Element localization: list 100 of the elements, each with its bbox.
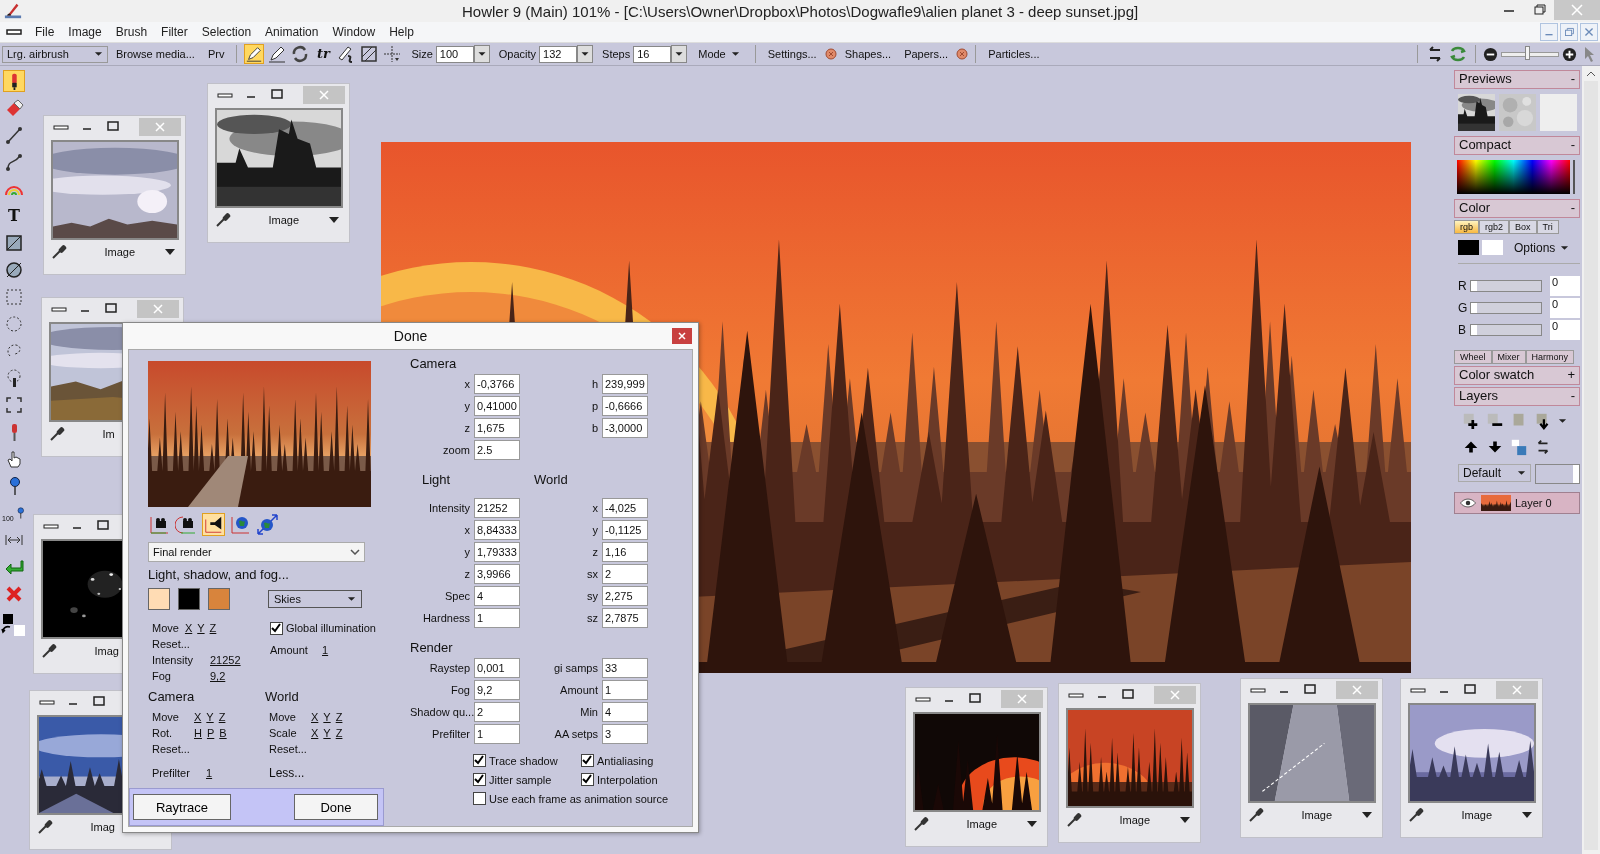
color-mode-tab[interactable]: Harmony bbox=[1525, 350, 1575, 364]
channel-value-field[interactable]: 0 bbox=[1550, 298, 1580, 318]
quality-dropdown[interactable]: Final render bbox=[148, 542, 365, 562]
intensity-link[interactable]: 21252 bbox=[210, 654, 241, 666]
menu-item[interactable]: Animation bbox=[258, 25, 326, 39]
number-field[interactable]: 239,999 bbox=[602, 374, 648, 394]
number-field[interactable]: 1,79333 bbox=[474, 542, 520, 562]
reset-link[interactable]: Reset... bbox=[269, 743, 307, 755]
axis-link[interactable]: Y bbox=[197, 622, 205, 634]
axis-link[interactable]: P bbox=[206, 727, 215, 739]
number-field[interactable]: 0,41000 bbox=[474, 396, 520, 416]
panel-header[interactable]: Color - bbox=[1454, 199, 1580, 218]
channel-value-field[interactable]: 0 bbox=[1550, 276, 1580, 296]
field-label: b bbox=[590, 422, 598, 434]
option-checkbox[interactable]: Trace shadow bbox=[473, 754, 581, 767]
preview-button[interactable]: Prv bbox=[202, 45, 230, 63]
text-tool-button[interactable]: T bbox=[3, 205, 25, 227]
text-tool-button[interactable]: tr bbox=[313, 44, 334, 64]
axis-link[interactable]: Z bbox=[335, 711, 343, 723]
number-field[interactable]: 1 bbox=[474, 724, 520, 744]
layer-row[interactable]: Layer 0 bbox=[1454, 492, 1580, 514]
axis-link[interactable]: B bbox=[219, 727, 227, 739]
option-checkbox[interactable]: Interpolation bbox=[581, 773, 692, 786]
fog-link[interactable]: 9,2 bbox=[210, 670, 226, 682]
number-field[interactable]: 1 bbox=[474, 608, 520, 628]
number-field[interactable]: 33 bbox=[602, 658, 648, 678]
panel-header[interactable]: Layers - bbox=[1454, 387, 1580, 406]
axis-link[interactable]: Y bbox=[323, 727, 331, 739]
axis-link[interactable]: X bbox=[311, 727, 319, 739]
toolbar-button[interactable]: Settings... bbox=[762, 45, 822, 63]
axis-link[interactable]: X bbox=[311, 711, 319, 723]
number-field[interactable]: 2 bbox=[602, 564, 648, 584]
number-field[interactable]: 1,16 bbox=[602, 542, 648, 562]
channel-value-field[interactable]: 0 bbox=[1550, 320, 1580, 340]
color-tab[interactable]: rgb bbox=[1454, 220, 1479, 234]
number-field[interactable]: 0,001 bbox=[474, 658, 520, 678]
prefilter-link[interactable]: 1 bbox=[206, 767, 213, 779]
color-mode-tab[interactable]: Wheel bbox=[1454, 350, 1492, 364]
number-field[interactable]: 2,7875 bbox=[602, 608, 648, 628]
options-menu[interactable]: Options bbox=[1514, 240, 1570, 255]
option-checkbox[interactable]: Use each frame as animation source bbox=[473, 792, 692, 805]
number-field[interactable]: 4 bbox=[602, 702, 648, 722]
color-tab[interactable]: rgb2 bbox=[1479, 220, 1510, 234]
number-field[interactable]: -3,0000 bbox=[602, 418, 648, 438]
reset-link[interactable]: Reset... bbox=[152, 638, 190, 650]
number-field[interactable]: -0,3766 bbox=[474, 374, 520, 394]
menu-item[interactable]: Selection bbox=[194, 25, 259, 39]
number-field[interactable]: 21252 bbox=[474, 498, 520, 518]
mode-menu[interactable]: Mode bbox=[690, 45, 748, 63]
amount-link[interactable]: 1 bbox=[322, 644, 329, 656]
panel-header[interactable]: Previews - bbox=[1454, 70, 1580, 89]
brush-dropdown[interactable]: Lrg. airbrush bbox=[2, 45, 108, 63]
axis-link[interactable]: Z bbox=[209, 622, 217, 634]
opacity-field[interactable]: 132 bbox=[539, 45, 578, 63]
option-checkbox[interactable]: Antialiasing bbox=[581, 754, 692, 767]
axis-link[interactable]: Z bbox=[218, 711, 226, 723]
option-checkbox[interactable]: Jitter sample bbox=[473, 773, 581, 786]
axis-link[interactable]: Z bbox=[335, 727, 343, 739]
number-field[interactable]: 9,2 bbox=[474, 680, 520, 700]
axis-link[interactable]: Y bbox=[206, 711, 214, 723]
blend-mode-dropdown[interactable]: Default bbox=[1458, 464, 1531, 482]
menu-item[interactable]: Help bbox=[382, 25, 421, 39]
steps-field[interactable]: 16 bbox=[633, 45, 672, 63]
color-tab[interactable]: Tri bbox=[1536, 220, 1559, 234]
color-mode-tab[interactable]: Mixer bbox=[1491, 350, 1526, 364]
raytrace-button[interactable]: Raytrace bbox=[133, 794, 231, 820]
menu-item[interactable]: Window bbox=[325, 25, 383, 39]
number-field[interactable]: 2.5 bbox=[474, 440, 520, 460]
panel-header[interactable]: Compact - bbox=[1454, 136, 1580, 155]
number-field[interactable]: 2 bbox=[474, 702, 520, 722]
menu-item[interactable]: Image bbox=[61, 25, 109, 39]
number-field[interactable]: 3,9966 bbox=[474, 564, 520, 584]
toolbar-button[interactable]: Particles... bbox=[983, 45, 1045, 63]
axis-link[interactable]: X bbox=[194, 711, 202, 723]
number-field[interactable]: 8,84333 bbox=[474, 520, 520, 540]
sky-dropdown[interactable]: Skies bbox=[268, 590, 362, 608]
number-field[interactable]: -0,6666 bbox=[602, 396, 648, 416]
panel-header[interactable]: Color swatch + bbox=[1454, 366, 1580, 385]
done-button[interactable]: Done bbox=[294, 794, 378, 820]
menu-item[interactable]: File bbox=[28, 25, 62, 39]
axis-link[interactable]: Y bbox=[323, 711, 331, 723]
number-field[interactable]: 4 bbox=[474, 586, 520, 606]
toolbar-button[interactable]: Papers... bbox=[899, 45, 954, 63]
number-field[interactable]: 1,675 bbox=[474, 418, 520, 438]
color-tab[interactable]: Box bbox=[1509, 220, 1537, 234]
size-field[interactable]: 100 bbox=[435, 45, 474, 63]
global-illumination-checkbox[interactable]: Global illumination bbox=[270, 620, 384, 636]
menu-item[interactable]: Filter bbox=[154, 25, 195, 39]
browse-media-button[interactable]: Browse media... bbox=[111, 45, 200, 63]
less-link[interactable]: Less... bbox=[269, 766, 305, 780]
menu-item[interactable]: Brush bbox=[108, 25, 155, 39]
axis-link[interactable]: H bbox=[194, 727, 202, 739]
axis-link[interactable]: X bbox=[184, 622, 193, 634]
number-field[interactable]: 3 bbox=[602, 724, 648, 744]
number-field[interactable]: 1 bbox=[602, 680, 648, 700]
reset-link[interactable]: Reset... bbox=[152, 743, 190, 755]
number-field[interactable]: -4,025 bbox=[602, 498, 648, 518]
number-field[interactable]: -0,1125 bbox=[602, 520, 648, 540]
number-field[interactable]: 2,275 bbox=[602, 586, 648, 606]
toolbar-button[interactable]: Shapes... bbox=[839, 45, 897, 63]
